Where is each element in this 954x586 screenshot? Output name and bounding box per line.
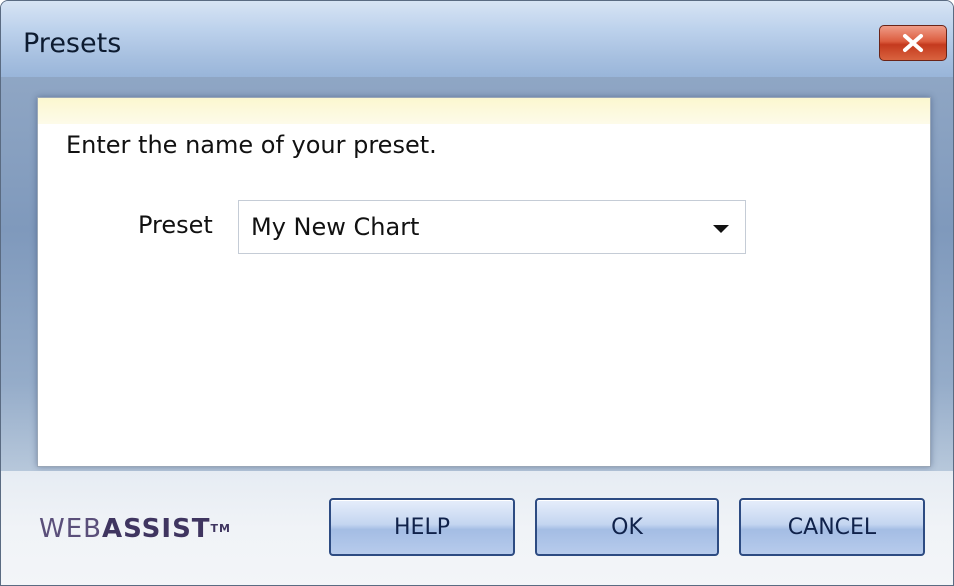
preset-label: Preset [138,211,213,239]
title-bar[interactable] [1,1,953,81]
info-stripe [38,98,930,124]
cancel-button[interactable]: CANCEL [739,498,925,556]
chevron-down-icon[interactable] [713,225,729,233]
window-title: Presets [23,28,122,59]
preset-combobox[interactable]: My New Chart [238,200,746,254]
prompt-text: Enter the name of your preset. [66,131,437,159]
preset-value: My New Chart [251,213,420,241]
logo-web: WEB [39,514,102,544]
help-button[interactable]: HELP [329,498,515,556]
ok-button[interactable]: OK [535,498,719,556]
presets-dialog: Presets Enter the name of your preset. P… [0,0,954,586]
logo-tm: TM [210,522,231,535]
logo-assist: ASSIST [101,514,211,544]
close-icon [903,34,923,52]
webassist-logo: WEBASSISTTM [39,512,231,546]
close-button[interactable] [879,25,947,61]
content-panel: Enter the name of your preset. Preset My… [37,97,931,467]
